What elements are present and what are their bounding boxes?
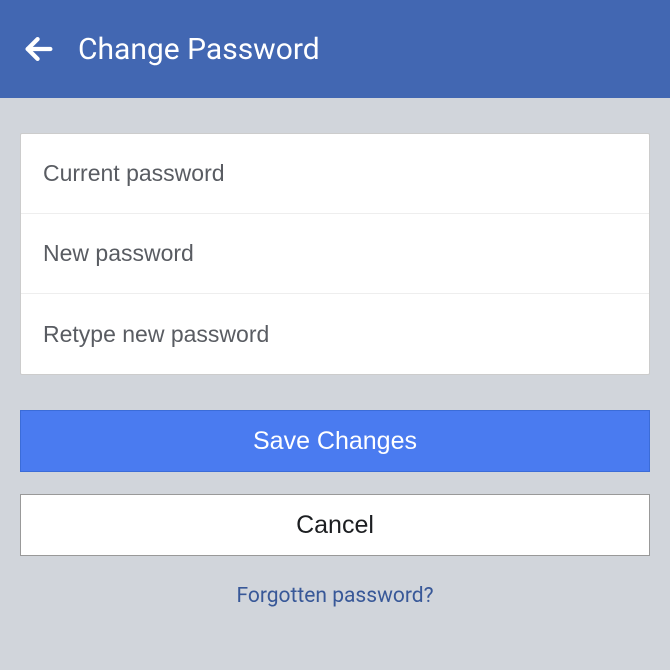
page-title: Change Password [78,32,320,67]
save-button[interactable]: Save Changes [20,410,650,472]
new-password-field[interactable] [43,240,627,267]
cancel-button-label: Cancel [296,511,374,540]
retype-password-field[interactable] [43,321,627,348]
forgotten-password-label: Forgotten password? [236,584,433,608]
new-password-row [21,214,649,294]
back-arrow-icon[interactable] [20,32,58,66]
forgotten-password-link[interactable]: Forgotten password? [20,584,650,608]
current-password-row [21,134,649,214]
retype-password-row [21,294,649,374]
cancel-button[interactable]: Cancel [20,494,650,556]
content-area: Save Changes Cancel Forgotten password? [0,98,670,608]
current-password-field[interactable] [43,160,627,187]
password-form-card [20,133,650,375]
save-button-label: Save Changes [253,427,417,456]
header: Change Password [0,0,670,98]
